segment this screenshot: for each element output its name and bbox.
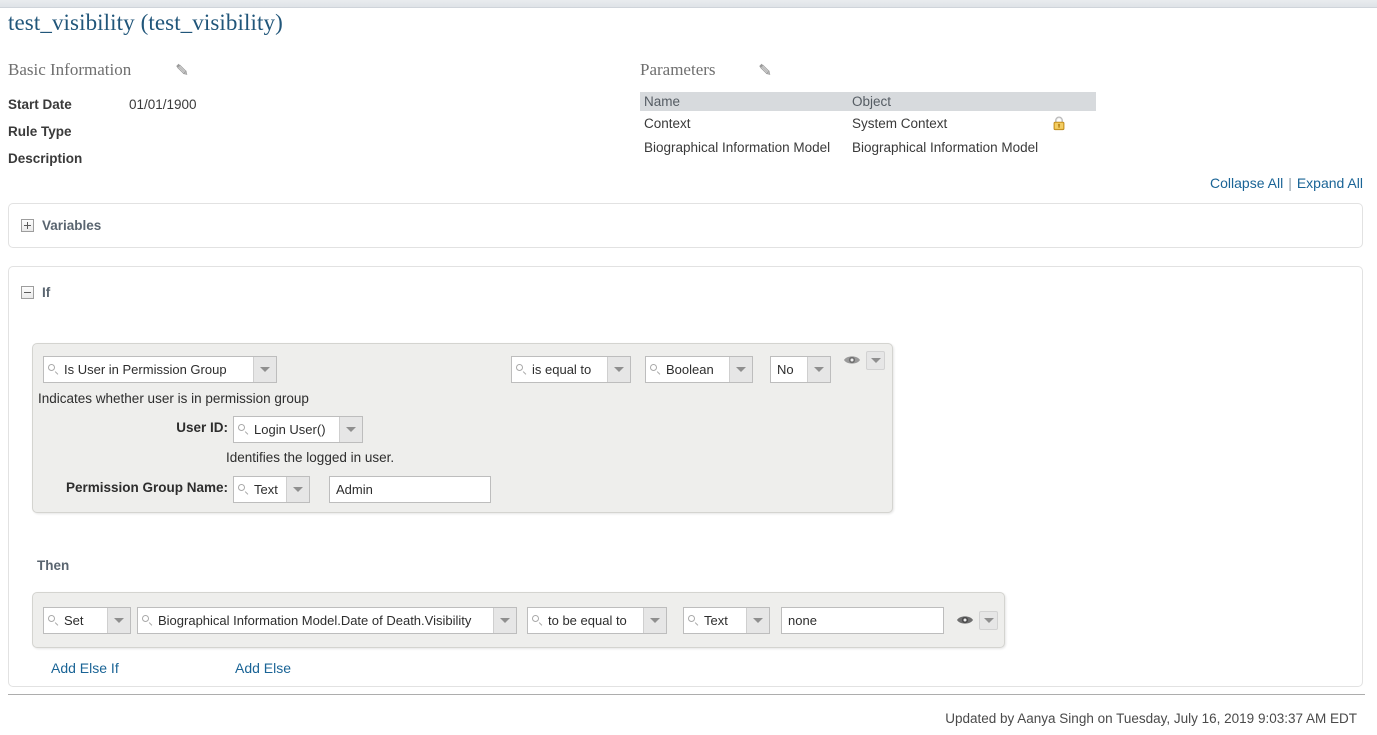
- then-label: Then: [37, 558, 70, 573]
- basic-info-value-start-date: 01/01/1900: [129, 97, 197, 112]
- basic-information-heading: Basic Information: [8, 60, 132, 79]
- then-operator-value: to be equal to: [548, 613, 627, 628]
- condition-value-type-combo[interactable]: Boolean: [645, 356, 753, 383]
- then-action-combo[interactable]: Set: [43, 607, 131, 634]
- parameters-heading: Parameters: [640, 60, 716, 79]
- then-value-type-combo[interactable]: Text: [683, 607, 770, 634]
- then-action-box: Set Biographical Information Model.Date …: [32, 592, 1005, 648]
- minus-box-icon[interactable]: [21, 286, 34, 299]
- collapse-expand-controls: Collapse All | Expand All: [1210, 175, 1363, 191]
- chevron-down-icon[interactable]: [339, 417, 362, 442]
- expand-all-link[interactable]: Expand All: [1297, 175, 1363, 191]
- search-icon: [532, 614, 544, 627]
- chevron-down-icon[interactable]: [979, 611, 998, 630]
- combo-value[interactable]: Boolean: [646, 357, 729, 382]
- chevron-down-icon[interactable]: [493, 608, 516, 633]
- search-icon: [48, 614, 60, 627]
- chevron-down-icon[interactable]: [746, 608, 769, 633]
- combo-value[interactable]: Set: [44, 608, 107, 633]
- column-header-name: Name: [644, 94, 681, 109]
- table-row[interactable]: Biographical Information Model Biographi…: [640, 135, 1096, 159]
- parameters-table-header: Name Object: [640, 92, 1096, 111]
- then-target-value: Biographical Information Model.Date of D…: [158, 613, 472, 628]
- condition-operator-value: is equal to: [532, 362, 592, 377]
- param-object: System Context: [852, 115, 948, 131]
- lock-icon: [1052, 116, 1066, 131]
- then-value-type-value: Text: [704, 613, 728, 628]
- combo-value[interactable]: Text: [684, 608, 746, 633]
- add-else-link[interactable]: Add Else: [235, 660, 291, 676]
- condition-value-type-value: Boolean: [666, 362, 714, 377]
- chevron-down-icon[interactable]: [253, 357, 276, 382]
- chevron-down-icon[interactable]: [607, 357, 630, 382]
- parameters-table: Name Object Context System Context Biogr…: [640, 92, 1096, 159]
- combo-value[interactable]: Is User in Permission Group: [44, 357, 253, 382]
- column-header-object: Object: [852, 94, 892, 109]
- param-label-user-id: User ID:: [176, 420, 228, 435]
- eye-icon[interactable]: [843, 353, 861, 367]
- basic-info-label-description: Description: [8, 151, 83, 166]
- pencil-icon[interactable]: [172, 60, 192, 80]
- page-title: test_visibility (test_visibility): [8, 10, 283, 35]
- param-name: Context: [644, 115, 691, 131]
- rule-editor-page: test_visibility (test_visibility) Basic …: [0, 0, 1377, 735]
- search-icon: [142, 614, 154, 627]
- basic-info-label-start-date: Start Date: [8, 97, 72, 112]
- then-value-input[interactable]: [781, 607, 944, 634]
- link-separator: |: [1288, 175, 1292, 191]
- combo-value[interactable]: Biographical Information Model.Date of D…: [138, 608, 493, 633]
- param-user-id-combo[interactable]: Login User(): [233, 416, 363, 443]
- param-permission-group-name-input[interactable]: [329, 476, 491, 503]
- variables-panel: Variables: [8, 203, 1363, 248]
- search-icon: [238, 483, 250, 496]
- footer-updated-text: Updated by Aanya Singh on Tuesday, July …: [945, 711, 1357, 726]
- combo-value[interactable]: to be equal to: [528, 608, 643, 633]
- param-user-id-value: Login User(): [254, 422, 326, 437]
- param-name: Biographical Information Model: [644, 139, 831, 155]
- table-row[interactable]: Context System Context: [640, 111, 1096, 135]
- search-icon: [48, 363, 60, 376]
- then-target-combo[interactable]: Biographical Information Model.Date of D…: [137, 607, 517, 634]
- eye-icon[interactable]: [956, 613, 974, 627]
- condition-value-combo[interactable]: No: [770, 356, 831, 383]
- plus-box-icon[interactable]: [21, 219, 34, 232]
- combo-value[interactable]: Text: [234, 477, 286, 502]
- combo-value[interactable]: is equal to: [512, 357, 607, 382]
- chevron-down-icon[interactable]: [286, 477, 309, 502]
- combo-value[interactable]: Login User(): [234, 417, 339, 442]
- footer-divider: [8, 694, 1365, 695]
- chevron-down-icon[interactable]: [729, 357, 752, 382]
- pencil-icon[interactable]: [755, 60, 775, 80]
- collapse-all-link[interactable]: Collapse All: [1210, 175, 1283, 191]
- basic-info-label-rule-type: Rule Type: [8, 124, 72, 139]
- search-icon: [688, 614, 700, 627]
- chevron-down-icon[interactable]: [107, 608, 130, 633]
- condition-function-value: Is User in Permission Group: [64, 362, 227, 377]
- param-object: Biographical Information Model: [852, 139, 1039, 155]
- param-permission-group-type-value: Text: [254, 482, 278, 497]
- chrome-gradient: [0, 0, 1377, 7]
- condition-function-combo[interactable]: Is User in Permission Group: [43, 356, 277, 383]
- chevron-down-icon[interactable]: [866, 351, 885, 370]
- then-action-value: Set: [64, 613, 84, 628]
- search-icon: [238, 423, 250, 436]
- add-else-if-link[interactable]: Add Else If: [51, 660, 119, 676]
- then-operator-combo[interactable]: to be equal to: [527, 607, 667, 634]
- chevron-down-icon[interactable]: [643, 608, 666, 633]
- variables-panel-label: Variables: [42, 218, 102, 233]
- param-permission-group-type-combo[interactable]: Text: [233, 476, 310, 503]
- search-icon: [516, 363, 528, 376]
- browser-chrome-bar: [0, 0, 1377, 8]
- param-label-permission-group-name: Permission Group Name:: [65, 480, 228, 495]
- chevron-down-icon[interactable]: [807, 357, 830, 382]
- combo-value[interactable]: No: [771, 357, 807, 382]
- condition-box: Is User in Permission Group is equal to …: [32, 343, 893, 513]
- condition-description: Indicates whether user is in permission …: [38, 391, 309, 406]
- param-lock-cell: [1052, 114, 1092, 132]
- condition-value-value: No: [777, 362, 794, 377]
- param-user-id-hint: Identifies the logged in user.: [226, 450, 395, 465]
- if-panel-label: If: [42, 285, 51, 300]
- search-icon: [650, 363, 662, 376]
- condition-operator-combo[interactable]: is equal to: [511, 356, 631, 383]
